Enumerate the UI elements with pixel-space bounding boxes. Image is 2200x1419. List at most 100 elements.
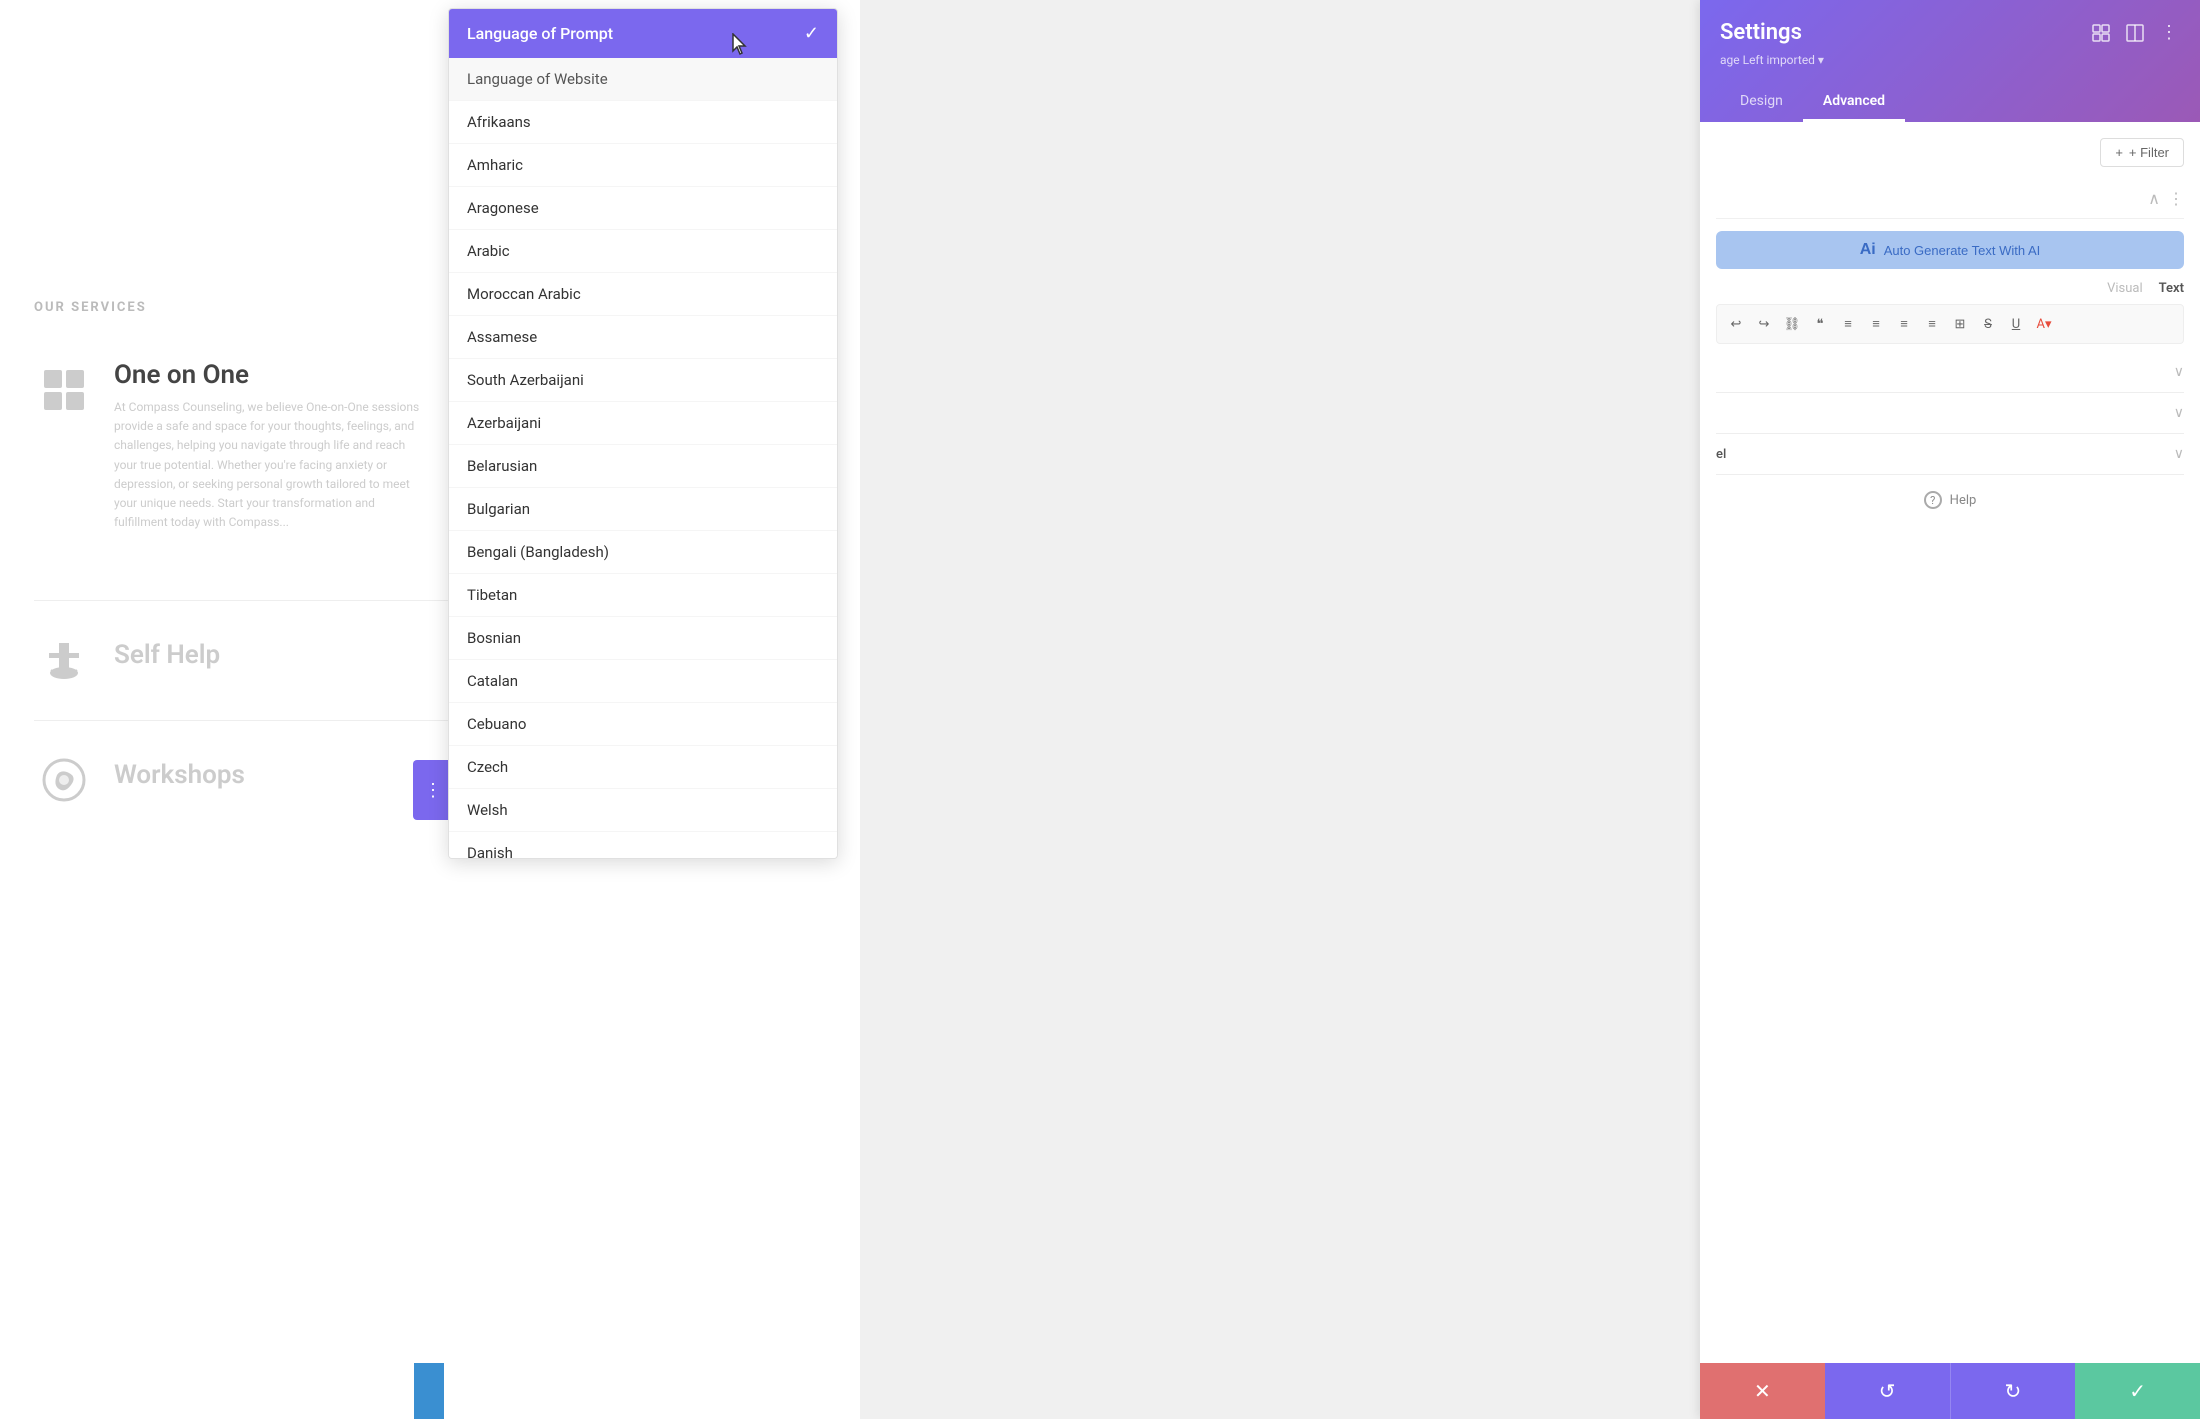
toolbar-strikethrough[interactable]: S — [1977, 313, 1999, 335]
toolbar-align-center[interactable]: ≡ — [1865, 313, 1887, 335]
dropdown-item-czech[interactable]: Czech — [449, 746, 837, 789]
more-options-icon[interactable]: ⋮ — [2158, 22, 2180, 44]
dropdown-item-catalan[interactable]: Catalan — [449, 660, 837, 703]
expand-icon[interactable] — [2090, 22, 2112, 44]
tab-advanced[interactable]: Advanced — [1803, 83, 1905, 122]
dropdown-item-azerbaijani[interactable]: Azerbaijani — [449, 402, 837, 445]
accordion-chevron-1: ∨ — [2174, 364, 2184, 380]
dropdown-list: Language of Website Afrikaans Amharic Ar… — [449, 58, 837, 858]
section-row-icons: ∧ ⋮ — [2148, 189, 2184, 208]
confirm-button[interactable]: ✓ — [2075, 1363, 2200, 1419]
toolbar-table[interactable]: ⊞ — [1949, 313, 1971, 335]
redo-button[interactable]: ↻ — [1950, 1363, 2076, 1419]
filter-row: + + Filter — [1716, 138, 2184, 167]
visual-tab[interactable]: Visual — [2107, 281, 2143, 296]
settings-subtitle: age Left imported ▾ — [1720, 53, 2180, 67]
more-section-icon[interactable]: ⋮ — [2168, 189, 2184, 208]
accordion-header-1[interactable]: ∨ — [1716, 364, 2184, 380]
accordion-header-2[interactable]: ∨ — [1716, 405, 2184, 421]
toolbar-underline[interactable]: U — [2005, 313, 2027, 335]
action-buttons: ✕ ↺ ↻ ✓ — [1700, 1363, 2200, 1419]
ai-icon: Ai — [1860, 241, 1876, 259]
dropdown-item-south-azerbaijani[interactable]: South Azerbaijani — [449, 359, 837, 402]
toolbar-undo[interactable]: ↩ — [1725, 313, 1747, 335]
accordion-chevron-2: ∨ — [2174, 405, 2184, 421]
dropdown-item-arabic[interactable]: Arabic — [449, 230, 837, 273]
service-one-on-one: One on One At Compass Counseling, we bel… — [34, 360, 454, 532]
cancel-icon: ✕ — [1754, 1379, 1771, 1404]
dropdown-selected-label: Language of Prompt — [467, 24, 613, 43]
help-icon[interactable]: ? — [1924, 491, 1942, 509]
language-dropdown[interactable]: Language of Prompt ✓ Language of Website… — [448, 8, 838, 859]
accordion-title-3: el — [1716, 447, 1726, 462]
dropdown-item-bosnian[interactable]: Bosnian — [449, 617, 837, 660]
left-panel-handle[interactable]: ⋮ — [413, 760, 453, 820]
visual-text-tabs: Visual Text — [1716, 281, 2184, 296]
settings-tabs: Design Advanced — [1720, 83, 2180, 122]
editor-toolbar: ↩ ↪ ⛓ ❝ ≡ ≡ ≡ ≡ ⊞ S U A▾ — [1716, 304, 2184, 344]
dropdown-item-bengali-bangladesh[interactable]: Bengali (Bangladesh) — [449, 531, 837, 574]
filter-button[interactable]: + + Filter — [2100, 138, 2184, 167]
ai-generate-button[interactable]: Ai Auto Generate Text With AI — [1716, 231, 2184, 269]
settings-header-top: Settings ⋮ — [1720, 20, 2180, 45]
dropdown-item-moroccan-arabic[interactable]: Moroccan Arabic — [449, 273, 837, 316]
dropdown-item-danish[interactable]: Danish — [449, 832, 837, 858]
accordion-header-3[interactable]: el ∨ — [1716, 446, 2184, 462]
settings-body: + + Filter ∧ ⋮ Ai Auto Generate Text Wit… — [1700, 122, 2200, 541]
dropdown-checkmark-icon: ✓ — [804, 23, 819, 44]
toolbar-color[interactable]: A▾ — [2033, 313, 2055, 335]
one-on-one-content: One on One At Compass Counseling, we bel… — [114, 360, 424, 532]
one-on-one-icon — [34, 360, 94, 420]
undo-icon: ↺ — [1879, 1379, 1896, 1404]
toolbar-redo[interactable]: ↪ — [1753, 313, 1775, 335]
dropdown-selected-item[interactable]: Language of Prompt ✓ — [449, 9, 837, 58]
workshops-icon — [34, 750, 94, 810]
one-on-one-title: One on One — [114, 360, 424, 390]
dropdown-item-bulgarian[interactable]: Bulgarian — [449, 488, 837, 531]
dropdown-item-afrikaans[interactable]: Afrikaans — [449, 101, 837, 144]
accordion-chevron-3: ∨ — [2174, 446, 2184, 462]
accordion-section-1: ∨ — [1716, 352, 2184, 393]
accordion-section-3: el ∨ — [1716, 434, 2184, 475]
dropdown-item-welsh[interactable]: Welsh — [449, 789, 837, 832]
services-label: OUR SERVICES — [34, 300, 147, 315]
filter-plus-icon: + — [2115, 145, 2123, 160]
self-help-title: Self Help — [114, 630, 220, 670]
dropdown-item-website-language[interactable]: Language of Website — [449, 58, 837, 101]
toolbar-link[interactable]: ⛓ — [1781, 313, 1803, 335]
confirm-icon: ✓ — [2129, 1379, 2146, 1404]
text-tab[interactable]: Text — [2159, 281, 2184, 296]
dropdown-item-belarusian[interactable]: Belarusian — [449, 445, 837, 488]
settings-header: Settings ⋮ — [1700, 0, 2200, 122]
cancel-button[interactable]: ✕ — [1700, 1363, 1825, 1419]
bottom-left-btn[interactable] — [414, 1363, 444, 1419]
section-row-main: ∧ ⋮ — [1716, 179, 2184, 219]
redo-icon: ↻ — [2004, 1379, 2021, 1404]
toolbar-align-right[interactable]: ≡ — [1893, 313, 1915, 335]
service-self-help: Self Help — [34, 630, 220, 690]
workshops-title: Workshops — [114, 750, 245, 790]
ai-button-label: Auto Generate Text With AI — [1884, 243, 2041, 258]
tab-design[interactable]: Design — [1720, 83, 1803, 122]
toolbar-align-left[interactable]: ≡ — [1837, 313, 1859, 335]
toolbar-align-justify[interactable]: ≡ — [1921, 313, 1943, 335]
self-help-icon — [34, 630, 94, 690]
settings-title: Settings — [1720, 20, 1802, 45]
dropdown-item-amharic[interactable]: Amharic — [449, 144, 837, 187]
settings-header-icons: ⋮ — [2090, 22, 2180, 44]
dropdown-item-assamese[interactable]: Assamese — [449, 316, 837, 359]
handle-icon: ⋮ — [424, 780, 442, 801]
toolbar-quote[interactable]: ❝ — [1809, 313, 1831, 335]
expand-section-icon[interactable]: ∧ — [2148, 189, 2160, 208]
filter-label: + Filter — [2129, 145, 2169, 160]
dropdown-item-aragonese[interactable]: Aragonese — [449, 187, 837, 230]
one-on-one-desc: At Compass Counseling, we believe One-on… — [114, 398, 424, 532]
layout-icon[interactable] — [2124, 22, 2146, 44]
service-workshops: Workshops — [34, 750, 245, 810]
help-label: Help — [1950, 493, 1977, 508]
undo-button[interactable]: ↺ — [1825, 1363, 1950, 1419]
accordion-section-2: ∨ — [1716, 393, 2184, 434]
dropdown-item-tibetan[interactable]: Tibetan — [449, 574, 837, 617]
dropdown-item-cebuano[interactable]: Cebuano — [449, 703, 837, 746]
help-row: ? Help — [1716, 475, 2184, 525]
